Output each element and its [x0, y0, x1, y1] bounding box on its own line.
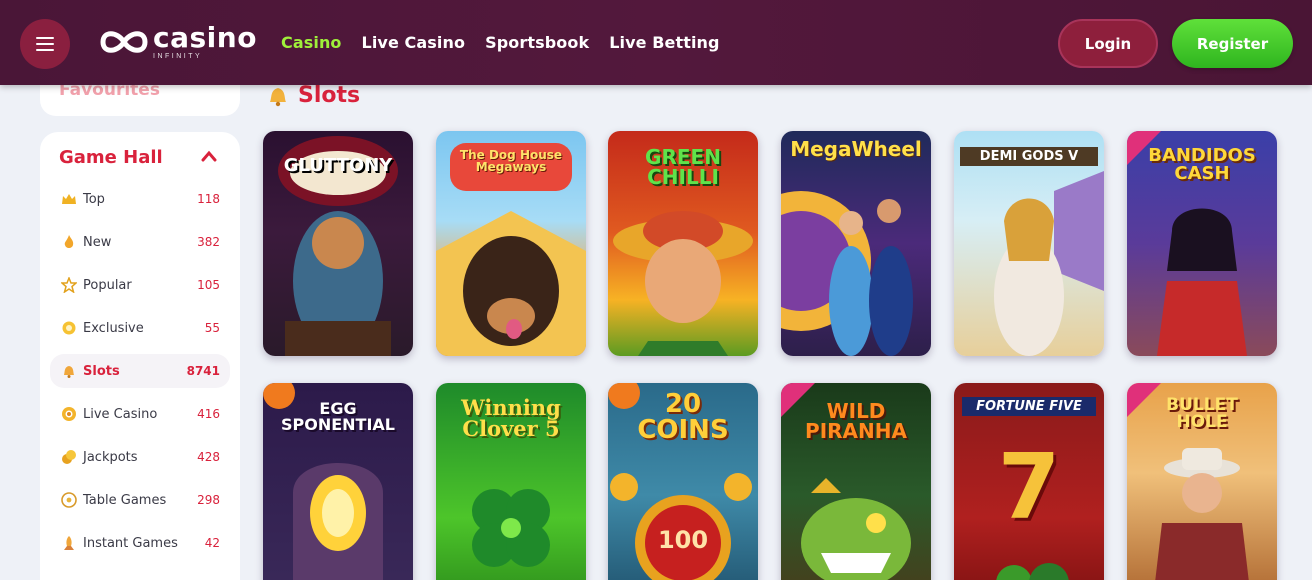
- game-title: DEMI GODS V: [960, 147, 1098, 166]
- sidebar-item-label: Jackpots: [83, 449, 138, 465]
- sidebar-item-exclusive[interactable]: Exclusive 55: [50, 311, 230, 345]
- hamburger-menu-button[interactable]: [20, 19, 70, 69]
- top-header: casino INFINITY Casino Live Casino Sport…: [0, 0, 1312, 85]
- nav-casino[interactable]: Casino: [281, 33, 342, 52]
- chevron-up-icon[interactable]: [201, 150, 217, 162]
- sidebar-item-table-games[interactable]: Table Games 298: [50, 483, 230, 517]
- sidebar-item-jackpots[interactable]: Jackpots 428: [50, 440, 230, 474]
- sidebar-item-count: 382: [197, 235, 220, 249]
- menu-line-icon: [36, 49, 54, 51]
- game-tile-green-chilli[interactable]: GREEN CHILLI: [608, 131, 758, 356]
- sidebar-item-new[interactable]: New 382: [50, 225, 230, 259]
- sidebar-item-label: Top: [83, 191, 105, 207]
- game-tile-megawheel[interactable]: MegaWheel: [781, 131, 931, 356]
- main-nav: Casino Live Casino Sportsbook Live Betti…: [281, 33, 720, 52]
- chip-icon: [60, 405, 78, 423]
- game-title: The Dog House Megaways: [459, 148, 563, 174]
- game-title: 20 COINS: [637, 389, 729, 445]
- logo-subtext: INFINITY: [153, 53, 203, 60]
- sidebar-item-label: New: [83, 234, 112, 250]
- game-tile-bullet-hole[interactable]: BULLET HOLE: [1127, 383, 1277, 580]
- sidebar-item-count: 55: [204, 321, 220, 335]
- game-hall-title[interactable]: Game Hall: [59, 147, 163, 168]
- sidebar-item-count: 8741: [186, 364, 220, 378]
- gem-icon: [60, 319, 78, 337]
- sidebar-item-popular[interactable]: Popular 105: [50, 268, 230, 302]
- sidebar-item-count: 105: [197, 278, 220, 292]
- bell-icon: [60, 362, 78, 380]
- sidebar-item-count: 416: [197, 407, 220, 421]
- bell-icon: [270, 88, 286, 107]
- sidebar-item-label: Exclusive: [83, 320, 144, 336]
- coins-icon: [60, 448, 78, 466]
- sidebar-item-slots[interactable]: Slots 8741: [50, 354, 230, 388]
- infinity-icon: [100, 31, 148, 53]
- login-button[interactable]: Login: [1058, 19, 1158, 68]
- sidebar-item-count: 42: [204, 536, 220, 550]
- menu-line-icon: [36, 37, 54, 39]
- game-tile-fortune-five[interactable]: FORTUNE FIVE 7: [954, 383, 1104, 580]
- rocket-icon: [60, 534, 78, 552]
- register-button[interactable]: Register: [1172, 19, 1293, 68]
- sidebar-item-live-casino[interactable]: Live Casino 416: [50, 397, 230, 431]
- game-title: GREEN CHILLI: [645, 145, 721, 189]
- nav-live-betting[interactable]: Live Betting: [609, 33, 719, 52]
- sidebar-item-instant-games[interactable]: Instant Games 42: [50, 526, 230, 560]
- sidebar-item-top[interactable]: Top 118: [50, 182, 230, 216]
- game-title: EGG SPONENTIAL: [280, 399, 395, 434]
- sidebar-item-count: 298: [197, 493, 220, 507]
- game-title: FORTUNE FIVE: [962, 397, 1096, 416]
- game-title: BANDIDOS CASH: [1148, 145, 1256, 184]
- game-tile-egg-sponential[interactable]: EGG SPONENTIAL: [263, 383, 413, 580]
- casino-infinity-logo[interactable]: casino INFINITY: [99, 24, 257, 60]
- game-title: Winning Clover 5: [461, 395, 561, 441]
- game-title: GLUTTONY: [283, 155, 393, 176]
- sidebar-item-label: Popular: [83, 277, 132, 293]
- menu-line-icon: [36, 43, 54, 45]
- sidebar-item-count: 118: [197, 192, 220, 206]
- game-tile-demi-gods-v[interactable]: DEMI GODS V: [954, 131, 1104, 356]
- sidebar-item-label: Instant Games: [83, 535, 178, 551]
- star-icon: [60, 276, 78, 294]
- game-hall-sidebar: Game Hall Top 118 New 382 Popular 105 Ex…: [40, 132, 240, 580]
- coin-value: 100: [657, 526, 709, 554]
- game-tile-winning-clover-5[interactable]: Winning Clover 5: [436, 383, 586, 580]
- game-tile-bandidos-cash[interactable]: BANDIDOS CASH: [1127, 131, 1277, 356]
- nav-sportsbook[interactable]: Sportsbook: [485, 33, 589, 52]
- game-tile-20-coins[interactable]: 20 COINS 100: [608, 383, 758, 580]
- game-tile-dog-house-megaways[interactable]: The Dog House Megaways: [436, 131, 586, 356]
- game-tile-gluttony[interactable]: GLUTTONY: [263, 131, 413, 356]
- game-title: BULLET HOLE: [1166, 395, 1238, 432]
- crown-icon: [60, 190, 78, 208]
- sidebar-item-label: Slots: [83, 363, 120, 379]
- sidebar-item-count: 428: [197, 450, 220, 464]
- game-artwork: [781, 191, 913, 356]
- nav-live-casino[interactable]: Live Casino: [362, 33, 466, 52]
- game-title: WILD PIRANHA: [805, 399, 907, 443]
- section-title: Slots: [298, 83, 361, 108]
- game-title: MegaWheel: [790, 137, 922, 161]
- game-tile-wild-piranha[interactable]: WILD PIRANHA: [781, 383, 931, 580]
- logo-text: casino: [153, 21, 257, 54]
- seven-symbol: 7: [997, 435, 1061, 540]
- sidebar-item-label: Live Casino: [83, 406, 158, 422]
- dice-icon: [60, 491, 78, 509]
- flame-icon: [60, 233, 78, 251]
- sidebar-item-label: Table Games: [83, 492, 167, 508]
